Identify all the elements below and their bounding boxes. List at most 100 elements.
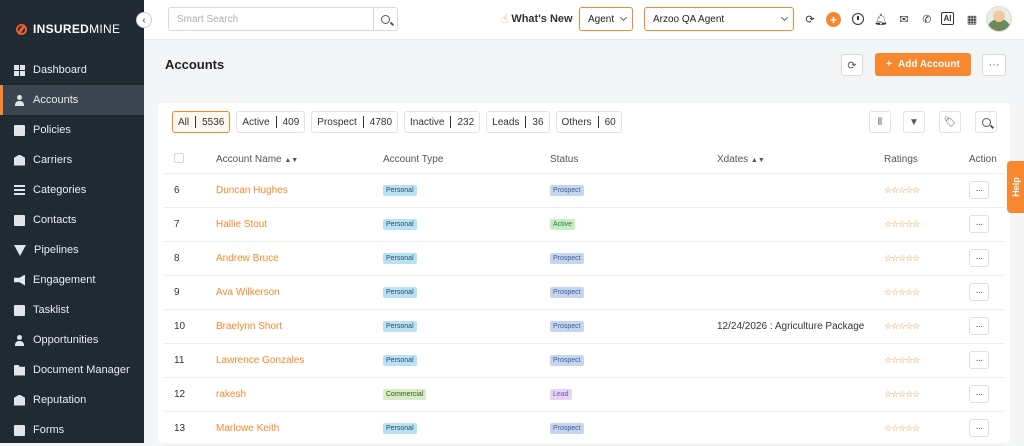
logo-icon xyxy=(16,23,27,35)
sidebar-item-categories[interactable]: Categories xyxy=(0,175,144,205)
sidebar-item-label: Tasklist xyxy=(33,304,70,316)
user-avatar[interactable] xyxy=(986,6,1012,32)
sidebar-nav: Dashboard Accounts Policies Carriers Cat… xyxy=(0,55,144,445)
notification-bell-icon[interactable]: 🔔︎ xyxy=(874,12,888,26)
refresh-icon[interactable]: ⟳ xyxy=(803,12,817,26)
sidebar-item-forms[interactable]: Forms xyxy=(0,415,144,445)
filter-others[interactable]: Others 60 xyxy=(555,111,622,133)
sidebar-item-label: Carriers xyxy=(33,154,73,166)
sidebar-item-accounts[interactable]: Accounts xyxy=(0,85,144,115)
table-row[interactable]: 6 Duncan Hughes Personal Prospect ☆☆☆☆☆ ··· xyxy=(164,173,1004,208)
table-search-button[interactable] xyxy=(975,111,997,133)
account-name-link[interactable]: Ava Wilkerson xyxy=(216,287,280,298)
tags-button[interactable]: 🏷︎ xyxy=(939,111,961,133)
rating-stars[interactable]: ☆☆☆☆☆ xyxy=(884,389,920,399)
chat-icon[interactable]: ✉ xyxy=(897,12,911,26)
row-actions-button[interactable]: ··· xyxy=(969,351,989,369)
agent-select-value: Arzoo QA Agent xyxy=(653,13,725,25)
xdates-cell xyxy=(717,377,884,412)
ai-chip-icon[interactable]: AI xyxy=(941,12,954,25)
sidebar-item-reputation[interactable]: Reputation xyxy=(0,385,144,415)
rating-stars[interactable]: ☆☆☆☆☆ xyxy=(884,185,920,195)
table-row[interactable]: 8 Andrew Bruce Personal Prospect ☆☆☆☆☆ ··· xyxy=(164,241,1004,276)
account-type-badge: Personal xyxy=(383,185,417,196)
status-badge: Prospect xyxy=(550,287,584,298)
select-all-checkbox[interactable] xyxy=(174,153,184,164)
opportunities-icon xyxy=(14,334,25,346)
filter-button[interactable]: ▼ xyxy=(903,111,925,133)
search-input[interactable] xyxy=(169,8,373,30)
account-name-link[interactable]: Marlowe Keith xyxy=(216,423,279,434)
sidebar-item-engagement[interactable]: Engagement xyxy=(0,265,144,295)
table-row[interactable]: 7 Hallie Stout Personal Active ☆☆☆☆☆ ··· xyxy=(164,207,1004,242)
refresh-icon: ⟳ xyxy=(847,59,857,72)
status-badge: Active xyxy=(550,219,576,230)
search-button[interactable] xyxy=(373,8,397,30)
row-actions-button[interactable]: ··· xyxy=(969,283,989,301)
filter-count: 232 xyxy=(457,116,475,128)
filter-leads[interactable]: Leads 36 xyxy=(486,111,550,133)
refresh-button[interactable]: ⟳ xyxy=(841,54,863,76)
table-row[interactable]: 10 Braelynn Short Personal Prospect 12/24/20… xyxy=(164,309,1004,344)
row-actions-button[interactable]: ··· xyxy=(969,249,989,267)
account-name-link[interactable]: rakesh xyxy=(216,389,246,400)
row-actions-button[interactable]: ··· xyxy=(969,385,989,403)
sidebar-item-tasklist[interactable]: Tasklist xyxy=(0,295,144,325)
account-name-link[interactable]: Andrew Bruce xyxy=(216,253,279,264)
filter-label: All xyxy=(178,116,190,128)
account-name-link[interactable]: Hallie Stout xyxy=(216,219,267,230)
agent-select[interactable]: Arzoo QA Agent xyxy=(644,7,794,31)
table-row[interactable]: 12 rakesh Commercial Lead ☆☆☆☆☆ ··· xyxy=(164,377,1004,412)
apps-grid-icon[interactable]: ▦ xyxy=(965,12,979,26)
filter-all[interactable]: All 5536 xyxy=(172,111,231,133)
row-number: 9 xyxy=(164,275,216,310)
filter-label: Active xyxy=(242,116,270,128)
column-header-account-name[interactable]: Account Name ▲▼ xyxy=(216,147,383,174)
filter-prospect[interactable]: Prospect 4780 xyxy=(311,111,399,133)
account-name-link[interactable]: Lawrence Gonzales xyxy=(216,355,304,366)
whats-new-link[interactable]: ☝ What's New xyxy=(501,12,573,26)
sidebar-item-contacts[interactable]: Contacts xyxy=(0,205,144,235)
table-row[interactable]: 9 Ava Wilkerson Personal Prospect ☆☆☆☆☆ ··· xyxy=(164,275,1004,310)
row-actions-button[interactable]: ··· xyxy=(969,419,989,437)
collapse-sidebar-button[interactable]: ‹ xyxy=(136,12,152,28)
rating-stars[interactable]: ☆☆☆☆☆ xyxy=(884,355,920,365)
chevron-left-icon: ‹ xyxy=(142,14,146,26)
filter-inactive[interactable]: Inactive 232 xyxy=(404,111,481,133)
phone-icon[interactable]: ✆ xyxy=(920,12,934,26)
xdates-cell xyxy=(717,207,884,242)
table-row[interactable]: 13 Marlowe Keith Personal Prospect ☆☆☆☆☆ ··· xyxy=(164,411,1004,446)
chevron-down-icon xyxy=(780,13,789,22)
account-name-link[interactable]: Braelynn Short xyxy=(216,321,282,332)
status-badge: Prospect xyxy=(550,355,584,366)
column-header-xdates[interactable]: Xdates ▲▼ xyxy=(717,147,884,174)
add-account-button[interactable]: + Add Account xyxy=(875,53,971,76)
xdates-cell xyxy=(717,275,884,310)
more-dots-icon: ··· xyxy=(975,388,984,400)
sidebar-item-opportunities[interactable]: Opportunities xyxy=(0,325,144,355)
row-actions-button[interactable]: ··· xyxy=(969,317,989,335)
history-icon[interactable] xyxy=(851,12,865,26)
sidebar-item-pipelines[interactable]: Pipelines xyxy=(0,235,144,265)
sidebar-item-document-manager[interactable]: Document Manager xyxy=(0,355,144,385)
row-actions-button[interactable]: ··· xyxy=(969,181,989,199)
brand-logo[interactable]: INSURED MINE xyxy=(16,20,120,38)
rating-stars[interactable]: ☆☆☆☆☆ xyxy=(884,321,920,331)
quick-add-icon[interactable]: + xyxy=(826,12,841,27)
table-row[interactable]: 11 Lawrence Gonzales Personal Prospect ☆☆☆☆☆… xyxy=(164,343,1004,378)
xdates-cell xyxy=(717,411,884,446)
rating-stars[interactable]: ☆☆☆☆☆ xyxy=(884,423,920,433)
columns-button[interactable]: ⦀ xyxy=(869,111,891,133)
filter-active[interactable]: Active 409 xyxy=(236,111,306,133)
role-select[interactable]: Agent xyxy=(579,7,633,31)
rating-stars[interactable]: ☆☆☆☆☆ xyxy=(884,287,920,297)
sidebar-item-policies[interactable]: Policies xyxy=(0,115,144,145)
sidebar-item-carriers[interactable]: Carriers xyxy=(0,145,144,175)
help-tab[interactable]: Help xyxy=(1007,161,1024,213)
row-actions-button[interactable]: ··· xyxy=(969,215,989,233)
account-name-link[interactable]: Duncan Hughes xyxy=(216,185,288,196)
rating-stars[interactable]: ☆☆☆☆☆ xyxy=(884,219,920,229)
sidebar-item-dashboard[interactable]: Dashboard xyxy=(0,55,144,85)
more-options-button[interactable]: ··· xyxy=(982,54,1006,76)
rating-stars[interactable]: ☆☆☆☆☆ xyxy=(884,253,920,263)
